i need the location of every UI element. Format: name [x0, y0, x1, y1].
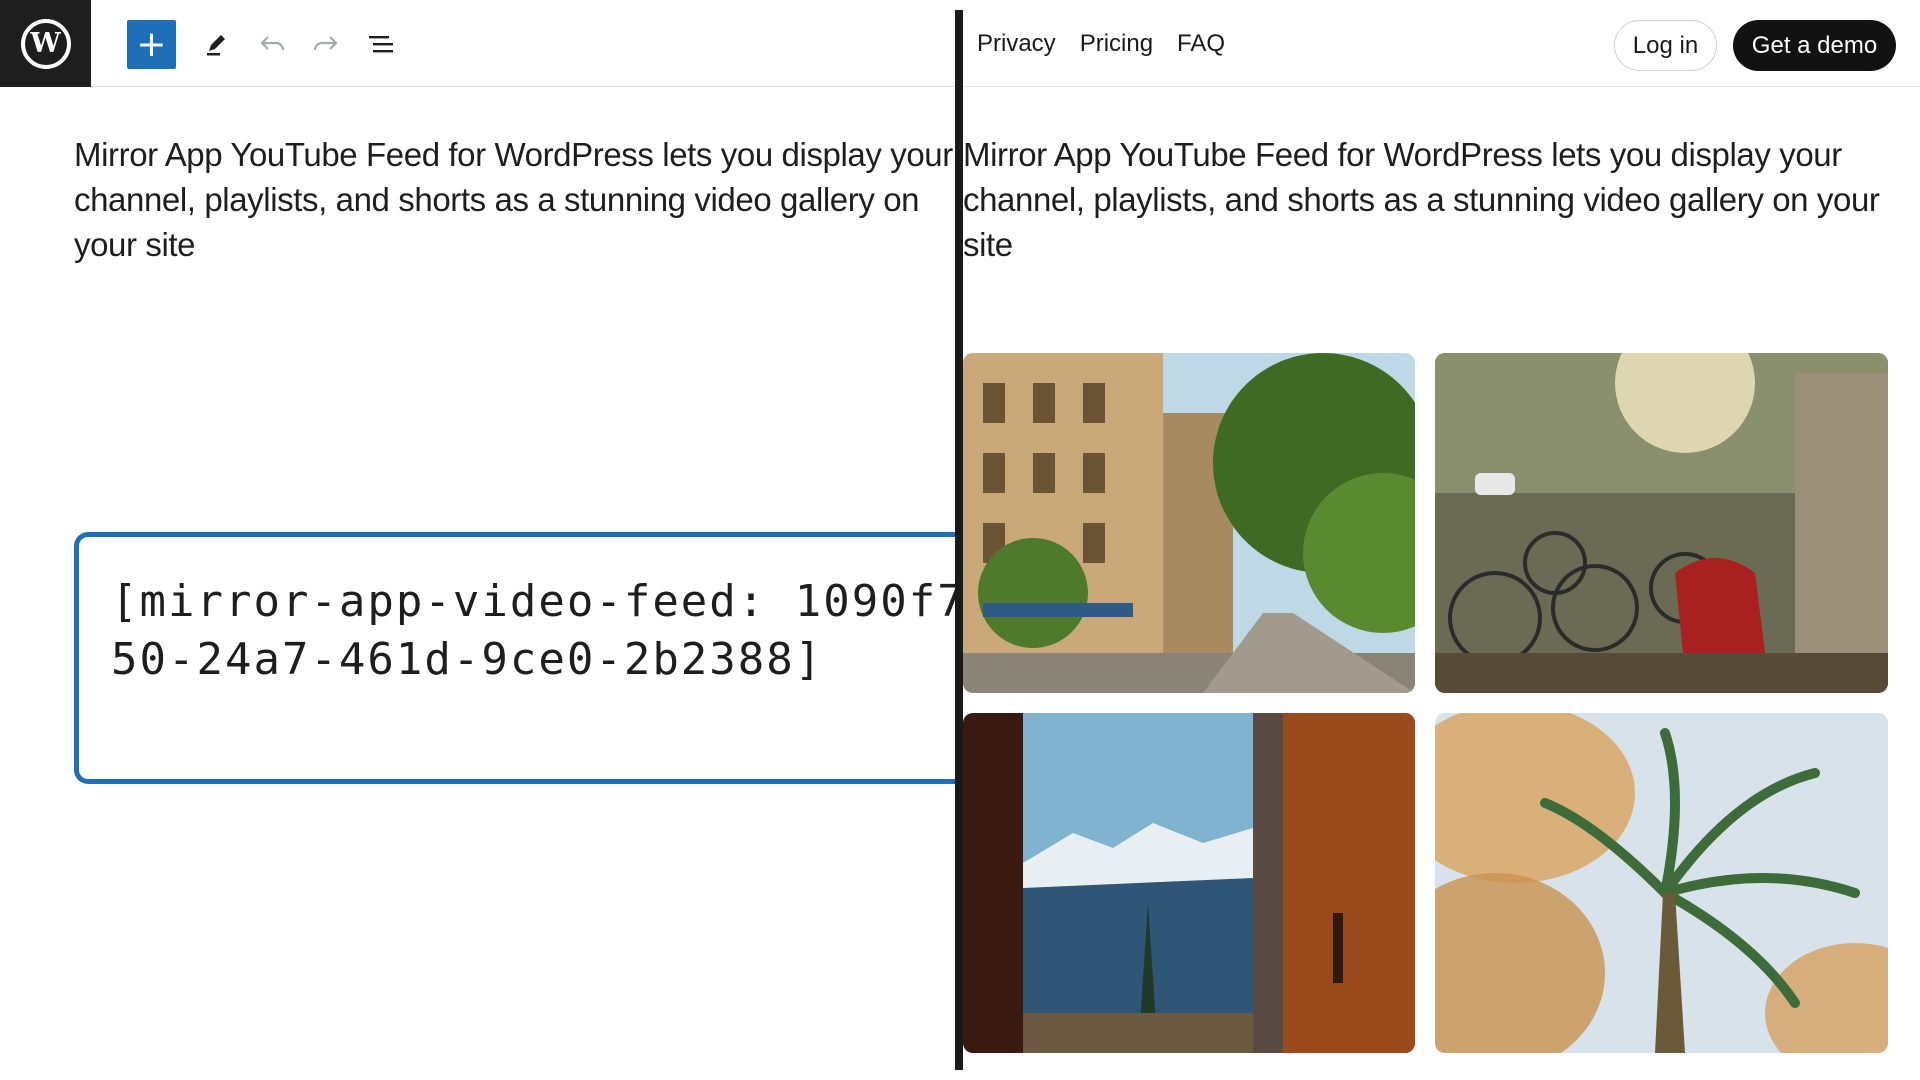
add-block-button[interactable]: + [127, 20, 176, 69]
nav-pricing-link[interactable]: Pricing [1080, 30, 1153, 58]
site-preview: Privacy Pricing FAQ Log in Get a demo Mi… [963, 0, 1920, 1080]
site-nav: Privacy Pricing FAQ [977, 0, 1225, 87]
editor-toolbar: W + [0, 0, 958, 87]
editor-paragraph-block[interactable]: Mirror App YouTube Feed for WordPress le… [74, 132, 954, 267]
shortcode-text[interactable]: [mirror-app-video-feed: 1090f750-24a7-46… [111, 573, 958, 689]
mountain-window-photo [963, 713, 1415, 1053]
video-gallery [963, 353, 1888, 1053]
list-view-button[interactable] [361, 24, 401, 64]
nav-faq-link[interactable]: FAQ [1177, 30, 1225, 58]
get-demo-button[interactable]: Get a demo [1733, 20, 1896, 71]
undo-icon [260, 36, 285, 51]
nav-privacy-link[interactable]: Privacy [977, 30, 1056, 58]
login-button[interactable]: Log in [1614, 20, 1717, 71]
site-header: Privacy Pricing FAQ Log in Get a demo [963, 0, 1920, 87]
split-screen: W + Mirror App YouTube Feed for WordPres… [0, 0, 1920, 1080]
undo-button[interactable] [252, 24, 292, 64]
gallery-item-palm-tree[interactable] [1435, 713, 1888, 1053]
gallery-item-bicycles[interactable] [1435, 353, 1888, 693]
shortcode-block[interactable]: [mirror-app-video-feed: 1090f750-24a7-46… [74, 532, 958, 784]
tools-button[interactable] [196, 24, 236, 64]
plus-icon: + [136, 23, 167, 65]
redo-button[interactable] [306, 24, 346, 64]
preview-paragraph: Mirror App YouTube Feed for WordPress le… [963, 136, 1880, 263]
gallery-item-city-street[interactable] [963, 353, 1415, 693]
palm-tree-photo [1435, 713, 1888, 1053]
split-divider[interactable] [955, 10, 963, 1070]
pencil-icon [207, 35, 225, 56]
bicycles-street-photo [1435, 353, 1888, 693]
redo-icon [313, 36, 338, 51]
city-street-photo [963, 353, 1415, 693]
wordpress-editor: W + Mirror App YouTube Feed for WordPres… [0, 0, 958, 1080]
wordpress-logo-icon: W [20, 18, 71, 69]
wordpress-logo-button[interactable]: W [0, 0, 91, 87]
list-view-icon [369, 36, 393, 53]
gallery-item-mountain-window[interactable] [963, 713, 1415, 1053]
